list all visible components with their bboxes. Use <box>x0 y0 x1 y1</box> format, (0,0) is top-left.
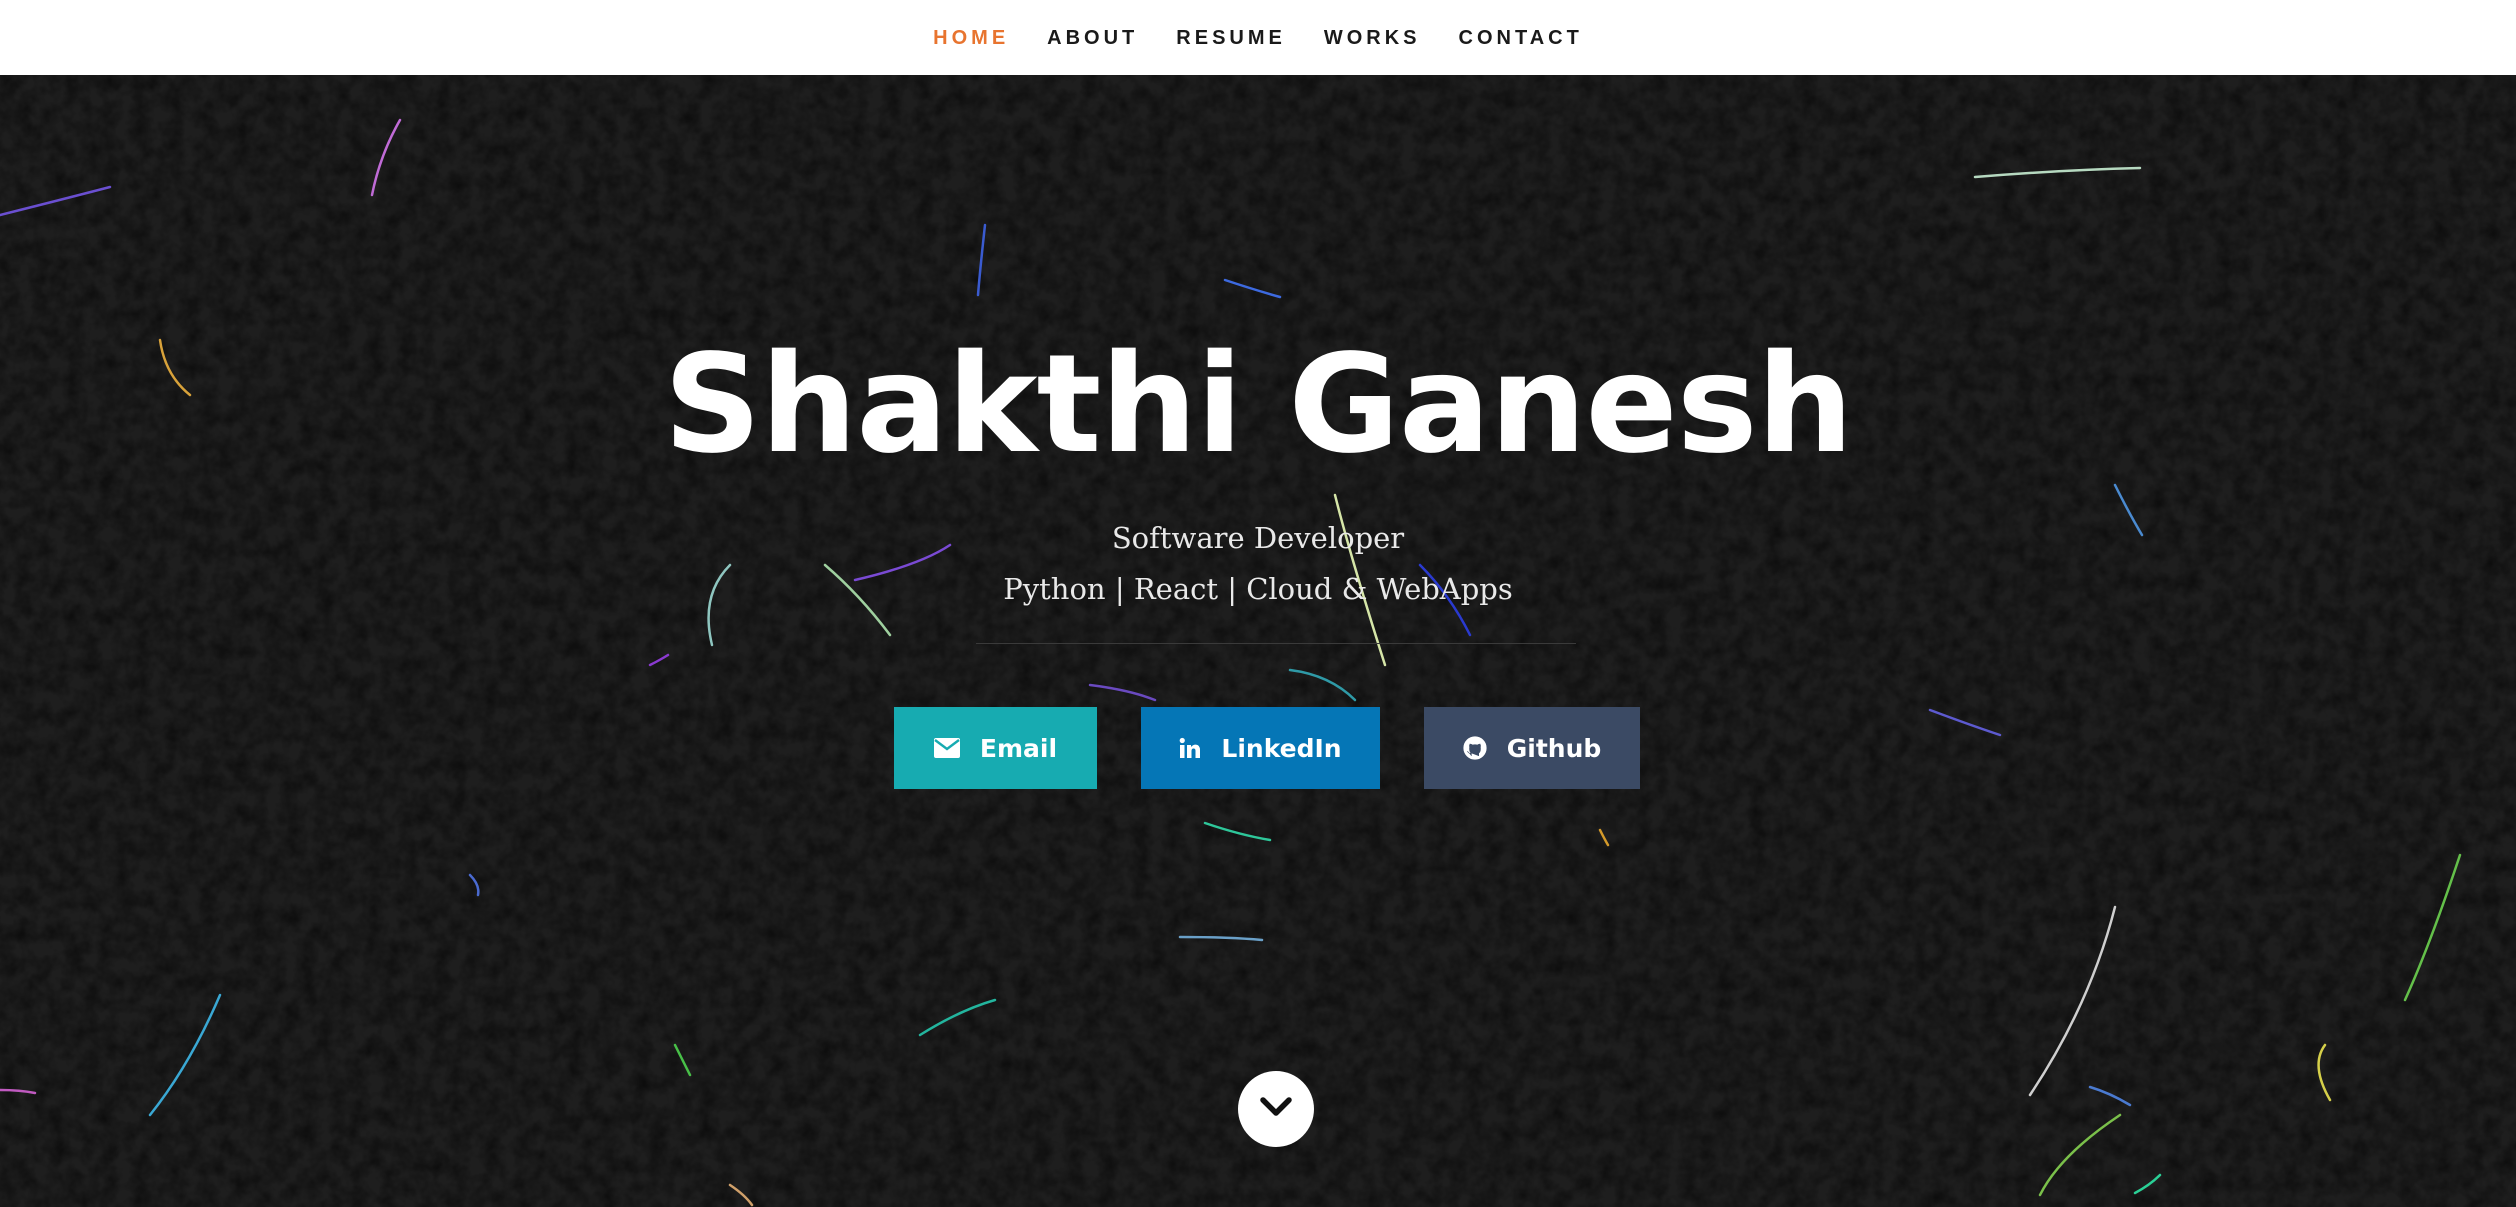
github-button[interactable]: Github <box>1424 707 1640 789</box>
hero-section: Shakthi Ganesh Software Developer Python… <box>0 75 2516 1207</box>
linkedin-button-label: LinkedIn <box>1221 733 1342 763</box>
nav-item-home[interactable]: HOME <box>914 5 1028 71</box>
page: HOME ABOUT RESUME WORKS CONTACT Shakthi … <box>0 0 2516 1207</box>
top-navbar: HOME ABOUT RESUME WORKS CONTACT <box>0 0 2516 75</box>
linkedin-icon <box>1179 737 1201 759</box>
nav-item-contact[interactable]: CONTACT <box>1440 5 1602 71</box>
hero-divider <box>976 643 1576 644</box>
chevron-down-icon <box>1260 1096 1292 1123</box>
github-button-label: Github <box>1506 733 1602 763</box>
hero-title: Shakthi Ganesh <box>663 326 1853 484</box>
nav-item-works[interactable]: WORKS <box>1305 5 1440 71</box>
linkedin-button[interactable]: LinkedIn <box>1141 707 1380 789</box>
social-buttons: Email LinkedIn Github <box>0 707 2516 789</box>
hero-subtitle-skills: Python | React | Cloud & WebApps <box>1003 572 1513 606</box>
scroll-down-button[interactable] <box>1238 1071 1314 1147</box>
hero-background-texture <box>0 75 2516 1207</box>
hero-subtitle-role: Software Developer <box>1111 521 1405 555</box>
nav-item-about[interactable]: ABOUT <box>1028 5 1157 71</box>
nav-menu: HOME ABOUT RESUME WORKS CONTACT <box>914 5 1602 71</box>
email-button-label: Email <box>979 733 1058 763</box>
envelope-icon <box>933 738 960 758</box>
github-icon <box>1463 736 1487 760</box>
nav-item-resume[interactable]: RESUME <box>1157 5 1305 71</box>
email-button[interactable]: Email <box>894 707 1097 789</box>
